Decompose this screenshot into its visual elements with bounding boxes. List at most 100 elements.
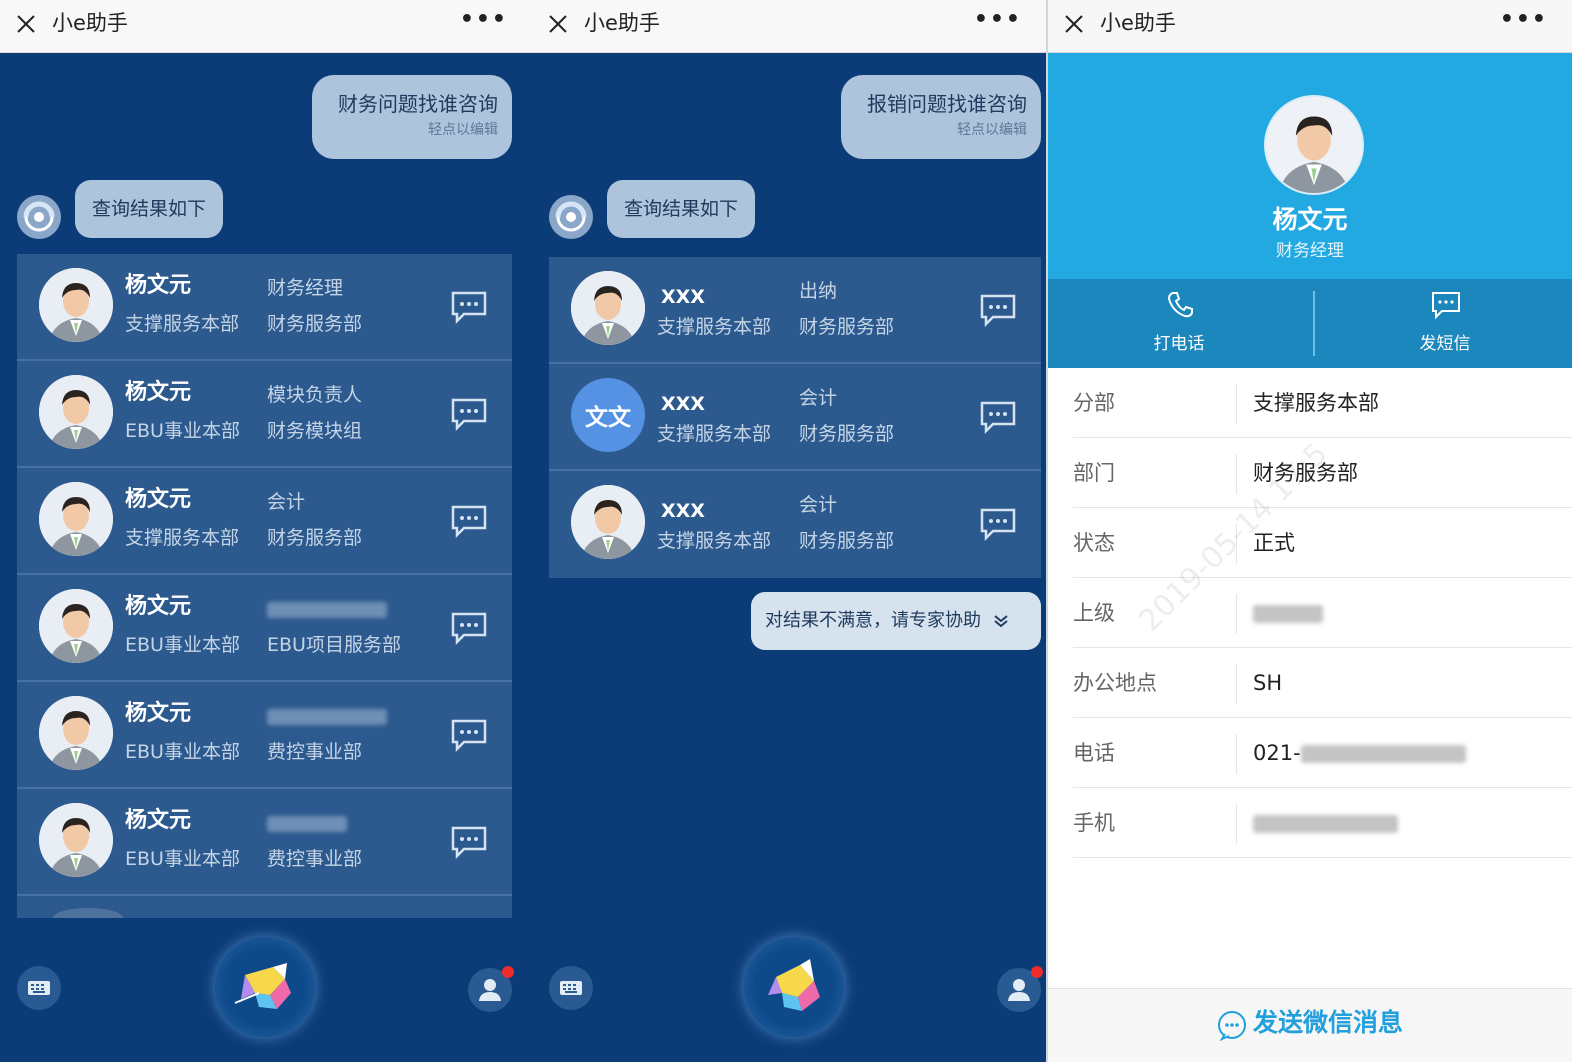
contact-division: 支撑服务本部 bbox=[125, 527, 240, 549]
close-icon[interactable] bbox=[1062, 12, 1086, 36]
avatar bbox=[39, 589, 113, 663]
avatar bbox=[39, 268, 113, 342]
notification-dot bbox=[1031, 966, 1043, 978]
info-value-redacted bbox=[1253, 598, 1323, 628]
call-button[interactable]: 打电话 bbox=[1048, 279, 1310, 368]
chat-bubble-icon[interactable] bbox=[450, 611, 488, 645]
voice-assistant-icon[interactable] bbox=[744, 937, 844, 1037]
result-card[interactable]: 杨文元 EBU事业本部 EBU项目服务部 bbox=[17, 575, 512, 682]
result-card[interactable]: XXX 出纳 支撑服务本部 财务服务部 bbox=[549, 257, 1041, 364]
profile-header: 杨文元 财务经理 bbox=[1048, 53, 1572, 279]
info-value: SH bbox=[1253, 671, 1283, 695]
chat-bubble-icon[interactable] bbox=[979, 507, 1017, 541]
row-divider bbox=[1236, 804, 1237, 844]
contact-role: 模块负责人 bbox=[267, 384, 363, 406]
bot-reply-bubble: 查询结果如下 bbox=[607, 180, 755, 238]
contact-name: 杨文元 bbox=[125, 380, 192, 405]
info-row-mobile[interactable]: 手机 bbox=[1073, 788, 1572, 858]
row-divider bbox=[1236, 384, 1237, 424]
info-value: 财务服务部 bbox=[1253, 461, 1358, 485]
info-label: 状态 bbox=[1073, 531, 1115, 555]
avatar bbox=[39, 482, 113, 556]
keyboard-icon[interactable] bbox=[549, 966, 593, 1010]
send-wechat-button[interactable]: 发送微信消息 bbox=[1048, 988, 1572, 1062]
info-row-phone[interactable]: 电话 021- bbox=[1073, 718, 1572, 788]
info-row-supervisor[interactable]: 上级 bbox=[1073, 578, 1572, 648]
notification-dot bbox=[502, 966, 514, 978]
expert-help-label: 对结果不满意，请专家协助 bbox=[765, 610, 981, 631]
partial-card bbox=[53, 908, 123, 918]
bot-icon bbox=[17, 195, 61, 239]
contact-department: 财务服务部 bbox=[267, 313, 363, 335]
contact-division: EBU事业本部 bbox=[125, 634, 240, 656]
chat-panel-finance: 小e助手 ••• 财务问题找谁咨询 轻点以编辑 查询结果如下 杨文元 财务经理 … bbox=[0, 0, 532, 1062]
contact-department: 费控事业部 bbox=[267, 848, 363, 870]
contact-name: XXX bbox=[661, 393, 705, 415]
contact-role: 会计 bbox=[267, 491, 306, 513]
chat-bubble-icon[interactable] bbox=[450, 825, 488, 859]
bot-reply-bubble: 查询结果如下 bbox=[75, 180, 223, 238]
phone-prefix: 021- bbox=[1253, 741, 1301, 765]
call-label: 打电话 bbox=[1153, 334, 1205, 354]
contact-role: 会计 bbox=[799, 494, 838, 516]
sms-button[interactable]: 发短信 bbox=[1314, 279, 1572, 368]
result-card[interactable]: 杨文元 EBU事业本部 费控事业部 bbox=[17, 682, 512, 789]
row-divider bbox=[1236, 524, 1237, 564]
result-card[interactable]: 杨文元 EBU事业本部 费控事业部 bbox=[17, 789, 512, 896]
contact-name: XXX bbox=[661, 500, 705, 522]
wechat-icon bbox=[1218, 1011, 1246, 1041]
chat-bubble-icon[interactable] bbox=[450, 397, 488, 431]
result-card[interactable]: 杨文元 模块负责人 EBU事业本部 财务模块组 bbox=[17, 361, 512, 468]
more-icon[interactable]: ••• bbox=[460, 8, 508, 32]
contacts-icon[interactable] bbox=[468, 966, 514, 1012]
result-card[interactable]: 杨文元 财务经理 支撑服务本部 财务服务部 bbox=[17, 254, 512, 361]
contact-name: 杨文元 bbox=[125, 594, 192, 619]
chat-bubble-icon[interactable] bbox=[979, 293, 1017, 327]
chat-bubble-icon[interactable] bbox=[450, 504, 488, 538]
title-bar: 小e助手 ••• bbox=[0, 0, 532, 53]
result-card[interactable]: 文文 XXX 会计 支撑服务本部 财务服务部 bbox=[549, 364, 1041, 471]
result-list: XXX 出纳 支撑服务本部 财务服务部 文文 XXX 会计 支撑服务本部 财务服… bbox=[549, 257, 1041, 578]
contact-department: EBU项目服务部 bbox=[267, 634, 401, 656]
more-icon[interactable]: ••• bbox=[974, 8, 1022, 32]
edit-hint: 轻点以编辑 bbox=[957, 122, 1027, 138]
contacts-icon[interactable] bbox=[997, 966, 1043, 1012]
app-title: 小e助手 bbox=[1100, 11, 1176, 35]
chat-bubble-icon[interactable] bbox=[450, 290, 488, 324]
expert-help-button[interactable]: 对结果不满意，请专家协助 bbox=[751, 592, 1041, 650]
contact-department: 财务服务部 bbox=[799, 530, 895, 552]
user-query-bubble[interactable]: 报销问题找谁咨询 轻点以编辑 bbox=[841, 75, 1041, 159]
info-label: 分部 bbox=[1073, 391, 1115, 415]
action-bar: 打电话 发短信 bbox=[1048, 279, 1572, 368]
user-query-bubble[interactable]: 财务问题找谁咨询 轻点以编辑 bbox=[312, 75, 512, 159]
phone-icon bbox=[1167, 292, 1193, 318]
chat-bubble-icon[interactable] bbox=[450, 718, 488, 752]
avatar bbox=[39, 696, 113, 770]
contact-department: 费控事业部 bbox=[267, 741, 363, 763]
sms-label: 发短信 bbox=[1419, 334, 1471, 354]
info-label: 部门 bbox=[1073, 461, 1115, 485]
keyboard-icon[interactable] bbox=[17, 966, 61, 1010]
profile-name: 杨文元 bbox=[1272, 205, 1348, 234]
contact-department: 财务服务部 bbox=[267, 527, 363, 549]
avatar bbox=[39, 375, 113, 449]
row-divider bbox=[1236, 664, 1237, 704]
contact-division: 支撑服务本部 bbox=[125, 313, 240, 335]
contact-name: 杨文元 bbox=[125, 273, 192, 298]
row-divider bbox=[1236, 454, 1237, 494]
result-card[interactable]: XXX 会计 支撑服务本部 财务服务部 bbox=[549, 471, 1041, 578]
voice-assistant-icon[interactable] bbox=[215, 937, 315, 1037]
contact-department: 财务服务部 bbox=[799, 316, 895, 338]
contact-division: 支撑服务本部 bbox=[657, 316, 772, 338]
close-icon[interactable] bbox=[14, 12, 38, 36]
contact-name: 杨文元 bbox=[125, 701, 192, 726]
chat-bubble-icon[interactable] bbox=[979, 400, 1017, 434]
sms-icon bbox=[1432, 292, 1460, 320]
info-row-office: 办公地点 SH bbox=[1073, 648, 1572, 718]
close-icon[interactable] bbox=[546, 12, 570, 36]
profile-avatar bbox=[1264, 95, 1364, 195]
result-card[interactable]: 杨文元 会计 支撑服务本部 财务服务部 bbox=[17, 468, 512, 575]
more-icon[interactable]: ••• bbox=[1500, 8, 1548, 32]
edit-hint: 轻点以编辑 bbox=[428, 122, 498, 138]
info-label: 手机 bbox=[1073, 811, 1115, 835]
